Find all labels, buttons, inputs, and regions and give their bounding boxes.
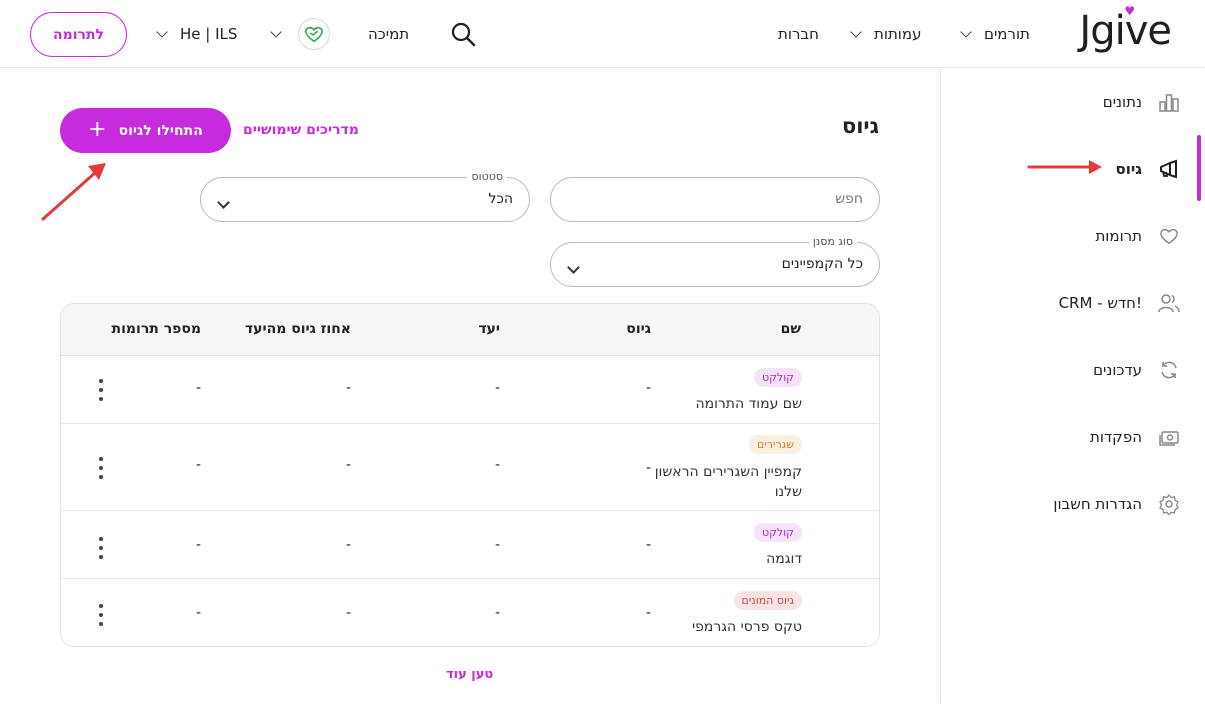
donate-button[interactable]: לתרומה (30, 12, 127, 57)
heart-icon (1158, 225, 1180, 247)
search-input[interactable]: חפש (550, 177, 880, 222)
start-fundraising-button[interactable]: + התחילו לגיוס (60, 108, 231, 153)
jgive-logo[interactable]: Jgive ♥ (1079, 4, 1172, 54)
sidebar-item-data[interactable]: נתונים (1103, 82, 1180, 122)
column-header-percent: אחוז גיוס מהיעד (244, 321, 351, 337)
sidebar-item-donations[interactable]: תרומות (1095, 216, 1180, 256)
donations-value: - (195, 457, 201, 473)
raised-value: - (645, 460, 651, 476)
nav-nonprofits[interactable]: עמותות (850, 0, 922, 68)
sidebar: נתונים גיוס תרומות CRM - חדש! עדכונים הפ… (940, 68, 1205, 704)
status-filter-value: הכל (488, 191, 513, 207)
campaign-type-legend: סוג מסנן (808, 235, 857, 248)
sidebar-item-label: הפקדות (1090, 428, 1142, 446)
chevron-down-icon (156, 26, 168, 38)
goal-value: - (494, 605, 500, 621)
refresh-icon (1158, 359, 1180, 381)
campaign-type-badge: קולקט (754, 368, 802, 387)
sidebar-item-label: עדכונים (1093, 361, 1142, 379)
chevron-down-icon (567, 257, 580, 276)
table-row[interactable]: קולקט דוגמה - - - - (61, 511, 879, 579)
chevron-down-icon (270, 26, 282, 38)
currency-language-selector[interactable]: He | ILS (156, 0, 238, 68)
campaign-type-badge: גיוס המונים (733, 591, 802, 610)
sidebar-item-label: הגדרות חשבון (1053, 495, 1142, 513)
donations-value: - (195, 537, 201, 553)
goal-value: - (494, 537, 500, 553)
currency-language-label: He | ILS (180, 25, 238, 43)
support-link[interactable]: תמיכה (368, 0, 409, 68)
search-placeholder: חפש (835, 191, 863, 207)
sidebar-active-indicator (1197, 135, 1201, 201)
top-bar: לתרומה He | ILS תמיכה חברות עמותות תורמי… (0, 0, 1205, 68)
sidebar-item-label: תרומות (1095, 227, 1142, 245)
sidebar-item-fundraising[interactable]: גיוס (1116, 149, 1180, 189)
campaign-type-badge: שגרירים (749, 435, 802, 454)
status-filter-legend: סטטוס (467, 170, 507, 183)
campaign-type-value: כל הקמפיינים (781, 256, 863, 272)
percent-value: - (345, 537, 351, 553)
megaphone-icon (1158, 158, 1180, 180)
status-filter-select[interactable]: סטטוס הכל (200, 170, 530, 222)
search-button[interactable] (450, 0, 476, 68)
plus-icon: + (88, 116, 107, 142)
support-dropdown-toggle[interactable] (270, 0, 282, 68)
chevron-down-icon (217, 192, 230, 211)
chevron-down-icon (960, 26, 972, 38)
nav-donors-label: תורמים (984, 25, 1030, 43)
column-header-raised: גיוס (626, 321, 651, 337)
guides-link[interactable]: מדריכים שימושיים (243, 122, 359, 138)
sidebar-item-deposits[interactable]: הפקדות (1090, 417, 1180, 457)
search-icon (451, 22, 476, 47)
logo-heart-icon: ♥ (1124, 4, 1135, 18)
sidebar-item-label: CRM - חדש! (1058, 294, 1142, 312)
row-menu-icon[interactable] (97, 604, 105, 626)
donations-value: - (195, 380, 201, 396)
campaign-name[interactable]: שם עמוד התרומה (652, 394, 802, 414)
percent-value: - (345, 380, 351, 396)
campaign-name[interactable]: דוגמה (652, 549, 802, 569)
bar-chart-icon (1158, 91, 1180, 113)
row-menu-icon[interactable] (97, 457, 105, 479)
nav-nonprofits-label: עמותות (874, 25, 922, 43)
table-header: שם גיוס יעד אחוז גיוס מהיעד מספר תרומות (61, 304, 879, 356)
nav-donors[interactable]: תורמים (960, 0, 1030, 68)
campaigns-table: שם גיוס יעד אחוז גיוס מהיעד מספר תרומות … (60, 303, 880, 647)
page-title: גיוס (841, 114, 879, 138)
table-row[interactable]: שגרירים קמפיין השגרירים הראשון שלנו - - … (61, 424, 879, 511)
sidebar-item-account-settings[interactable]: הגדרות חשבון (1053, 484, 1180, 524)
campaign-type-badge: קולקט (754, 523, 802, 542)
campaign-type-filter-select[interactable]: סוג מסנן כל הקמפיינים (550, 235, 880, 287)
column-header-goal: יעד (478, 321, 500, 337)
load-more-link[interactable]: טען עוד (446, 667, 493, 682)
raised-value: - (645, 537, 651, 553)
raised-value: - (645, 605, 651, 621)
gear-icon (1158, 493, 1180, 515)
nav-companies[interactable]: חברות (778, 0, 819, 68)
support-heart-icon[interactable] (298, 18, 330, 50)
row-menu-icon[interactable] (97, 537, 105, 559)
percent-value: - (345, 457, 351, 473)
users-icon (1158, 292, 1180, 314)
cash-icon (1158, 426, 1180, 448)
sidebar-item-label: נתונים (1102, 93, 1142, 111)
sidebar-item-label: גיוס (1115, 160, 1142, 178)
sidebar-item-updates[interactable]: עדכונים (1093, 350, 1180, 390)
campaign-name[interactable]: קמפיין השגרירים הראשון שלנו (652, 462, 802, 502)
goal-value: - (494, 457, 500, 473)
goal-value: - (494, 380, 500, 396)
annotation-arrow-icon (41, 163, 106, 221)
column-header-donations: מספר תרומות (111, 321, 201, 337)
table-row[interactable]: גיוס המונים טקס פרסי הגרמפי - - - - (61, 579, 879, 646)
start-fundraising-label: התחילו לגיוס (118, 122, 203, 139)
table-row[interactable]: קולקט שם עמוד התרומה - - - - (61, 356, 879, 424)
row-menu-icon[interactable] (97, 379, 105, 401)
donations-value: - (195, 605, 201, 621)
percent-value: - (345, 605, 351, 621)
sidebar-item-crm[interactable]: CRM - חדש! (1059, 283, 1180, 323)
campaign-name[interactable]: טקס פרסי הגרמפי (652, 617, 802, 637)
chevron-down-icon (850, 26, 862, 38)
column-header-name: שם (780, 321, 801, 337)
raised-value: - (645, 380, 651, 396)
